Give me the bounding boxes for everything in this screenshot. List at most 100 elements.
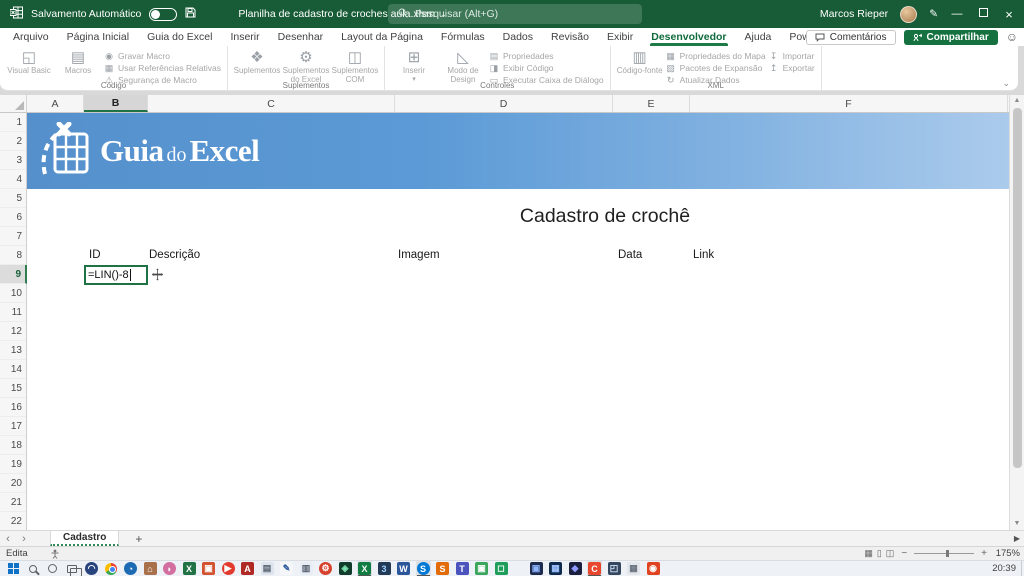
- search-icon[interactable]: [26, 561, 41, 576]
- zoom-out-button[interactable]: −: [901, 548, 907, 559]
- scroll-up-icon[interactable]: ▲: [1014, 95, 1021, 107]
- vertical-scroll-thumb[interactable]: [1013, 108, 1022, 468]
- row-header-6[interactable]: 6: [0, 208, 26, 227]
- row-header-3[interactable]: 3: [0, 151, 26, 170]
- user-name[interactable]: Marcos Rieper: [820, 8, 888, 20]
- row-header-15[interactable]: 15: [0, 379, 26, 398]
- usar-referencias-relativas-button[interactable]: ▦Usar Referências Relativas: [104, 63, 221, 73]
- green-app-icon[interactable]: ◻: [494, 561, 509, 576]
- codigo-fonte-button[interactable]: ▥Código-fonte: [617, 48, 663, 76]
- keyboard-icon[interactable]: ▦: [626, 561, 641, 576]
- word-app-icon[interactable]: W: [396, 561, 411, 576]
- column-header-f[interactable]: F: [690, 95, 1008, 112]
- row-header-11[interactable]: 11: [0, 303, 26, 322]
- android-app-icon[interactable]: ▣: [474, 561, 489, 576]
- adobe-app-icon[interactable]: A: [240, 561, 255, 576]
- dark-green-app-icon[interactable]: ◈: [338, 561, 353, 576]
- teams-app-icon[interactable]: T: [455, 561, 470, 576]
- start-button[interactable]: [6, 561, 21, 576]
- inserir-controle-button[interactable]: ⊞Inserir▾: [391, 48, 437, 82]
- row-header-21[interactable]: 21: [0, 493, 26, 512]
- tab-desenhar[interactable]: Desenhar: [269, 28, 333, 46]
- propriedades-button[interactable]: ▤Propriedades: [489, 51, 604, 61]
- suplementos-com-button[interactable]: ◫Suplementos COM: [332, 48, 378, 85]
- cortana-icon[interactable]: [45, 561, 60, 576]
- row-header-8[interactable]: 8: [0, 246, 26, 265]
- zoom-level[interactable]: 175%: [994, 548, 1020, 559]
- clock[interactable]: 20:39: [992, 563, 1016, 574]
- row-header-1[interactable]: 1: [0, 113, 26, 132]
- accessibility-icon[interactable]: [50, 549, 60, 559]
- tab-ajuda[interactable]: Ajuda: [736, 28, 781, 46]
- column-header-e[interactable]: E: [613, 95, 690, 112]
- row-header-13[interactable]: 13: [0, 341, 26, 360]
- minimize-button[interactable]: —: [950, 8, 964, 20]
- page-break-view-icon[interactable]: ◫: [886, 548, 895, 558]
- recorder-app-icon[interactable]: ◉: [646, 561, 661, 576]
- row-header-19[interactable]: 19: [0, 455, 26, 474]
- exportar-button[interactable]: ↥Exportar: [769, 63, 815, 73]
- gravar-macro-button[interactable]: ◉Gravar Macro: [104, 51, 221, 61]
- propriedades-do-mapa-button[interactable]: ▦Propriedades do Mapa: [666, 51, 766, 61]
- row-header-5[interactable]: 5: [0, 189, 26, 208]
- column-header-a[interactable]: A: [27, 95, 84, 112]
- doc-app-icon[interactable]: ▥: [299, 561, 314, 576]
- row-header-20[interactable]: 20: [0, 474, 26, 493]
- db-app-icon[interactable]: ◆: [568, 561, 583, 576]
- pacotes-de-expansao-button[interactable]: ▧Pacotes de Expansão: [666, 63, 766, 73]
- tab-dados[interactable]: Dados: [494, 28, 542, 46]
- sheets-app-icon[interactable]: X: [182, 561, 197, 576]
- suplementos-do-excel-button[interactable]: ⚙Suplementos do Excel: [283, 48, 329, 85]
- task-view-icon[interactable]: [65, 561, 80, 576]
- ribbon-collapse-icon[interactable]: ⌄: [1002, 78, 1010, 89]
- zoom-in-button[interactable]: +: [981, 548, 987, 559]
- row-header-18[interactable]: 18: [0, 436, 26, 455]
- select-all-corner[interactable]: [0, 95, 27, 112]
- row-header-12[interactable]: 12: [0, 322, 26, 341]
- tab-layout-da-p-gina[interactable]: Layout da Página: [332, 28, 432, 46]
- tab-exibir[interactable]: Exibir: [598, 28, 642, 46]
- remote-app-icon[interactable]: ◰: [607, 561, 622, 576]
- save-icon[interactable]: [185, 7, 196, 21]
- hscroll-right-icon[interactable]: ▶: [1014, 534, 1020, 543]
- vertical-scrollbar[interactable]: ▲ ▼: [1009, 95, 1024, 530]
- chrome-app-icon[interactable]: [104, 561, 119, 576]
- vs-app-icon[interactable]: ▣: [529, 561, 544, 576]
- restore-button[interactable]: [976, 8, 990, 20]
- photos-app-icon[interactable]: ▣: [201, 561, 216, 576]
- column-header-b[interactable]: B: [84, 95, 148, 112]
- tab-revis-o[interactable]: Revisão: [542, 28, 598, 46]
- scroll-down-icon[interactable]: ▼: [1014, 518, 1021, 530]
- headset-app-icon[interactable]: ◠: [84, 561, 99, 576]
- row-header-14[interactable]: 14: [0, 360, 26, 379]
- skype-app-icon[interactable]: S: [416, 561, 431, 576]
- exibir-codigo-button[interactable]: ◨Exibir Código: [489, 63, 604, 73]
- notes-app-icon[interactable]: ✎: [279, 561, 294, 576]
- tab-guia-do-excel[interactable]: Guia do Excel: [138, 28, 221, 46]
- zoom-slider[interactable]: [914, 553, 974, 554]
- normal-view-icon[interactable]: ▦: [864, 548, 873, 558]
- sheet-tab-cadastro[interactable]: Cadastro: [50, 531, 119, 546]
- sheet-nav-prev-icon[interactable]: ‹: [0, 533, 16, 545]
- visual-basic-button[interactable]: ◱Visual Basic: [6, 48, 52, 76]
- sql-app-icon[interactable]: S: [435, 561, 450, 576]
- tab-p-gina-inicial[interactable]: Página Inicial: [58, 28, 138, 46]
- row-header-9[interactable]: 9: [0, 265, 27, 284]
- comments-button[interactable]: Comentários: [806, 30, 896, 45]
- tab-desenvolvedor[interactable]: Desenvolvedor: [642, 28, 735, 46]
- importar-button[interactable]: ↧Importar: [769, 51, 815, 61]
- terminal-app-icon[interactable]: ▦: [548, 561, 563, 576]
- column-header-d[interactable]: D: [395, 95, 613, 112]
- paint-app-icon[interactable]: ◗: [162, 561, 177, 576]
- close-button[interactable]: ×: [1002, 7, 1016, 22]
- row-header-16[interactable]: 16: [0, 398, 26, 417]
- tab-inserir[interactable]: Inserir: [221, 28, 268, 46]
- row-header-10[interactable]: 10: [0, 284, 26, 303]
- modo-de-design-button[interactable]: ◺Modo de Design: [440, 48, 486, 85]
- macros-button[interactable]: ▤Macros: [55, 48, 101, 76]
- files-app-icon[interactable]: ▤: [260, 561, 275, 576]
- feedback-smiley-icon[interactable]: ☺: [1006, 30, 1018, 44]
- sheet-grid[interactable]: GuiadoExcel Cadastro de crochê IDDescriç…: [27, 113, 1009, 530]
- search-input[interactable]: Pesquisar (Alt+G): [388, 4, 642, 24]
- tab-f-rmulas[interactable]: Fórmulas: [432, 28, 494, 46]
